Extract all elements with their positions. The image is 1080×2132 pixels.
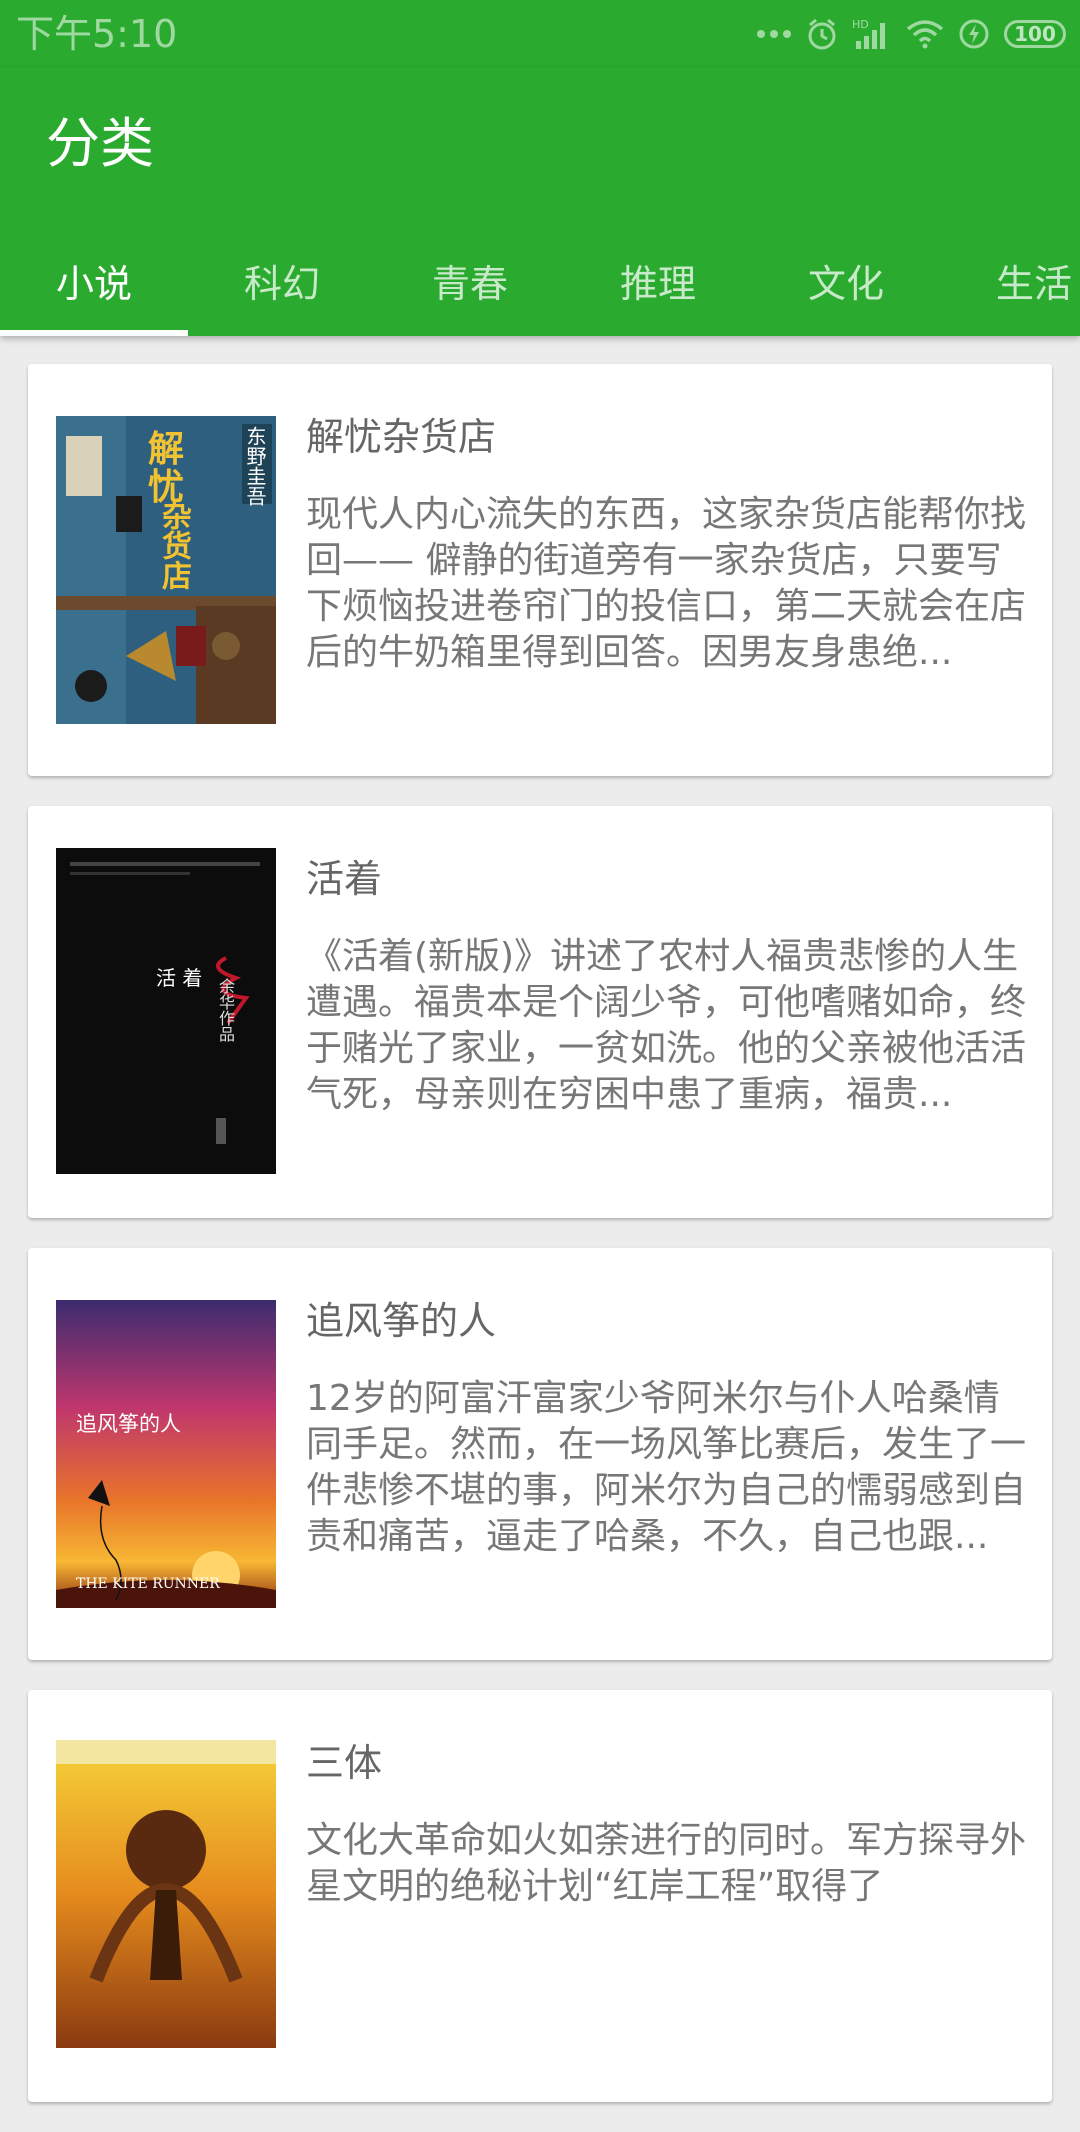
category-tabs: 小说 科幻 青春 推理 文化 生活 [0, 252, 1080, 336]
cover-title: 活 着 [156, 966, 203, 990]
charging-icon [958, 18, 990, 50]
tab-life[interactable]: 生活 [940, 252, 1080, 336]
status-icons: HD 100 [756, 14, 1066, 54]
wifi-icon [906, 19, 944, 49]
book-card[interactable]: 活 着 余华作品 活着 《活着(新版)》讲述了农村人福贵悲惨的人生遭遇。福贵本是… [28, 806, 1052, 1218]
book-list: 解 忧 杂货店 东野圭吾 解忧杂货店 现代人内心流失的东西，这家杂货店能帮你找回… [28, 364, 1052, 2132]
tab-youth[interactable]: 青春 [376, 252, 564, 336]
cover-title: 追风筝的人 [76, 1412, 181, 1436]
book-cover: 活 着 余华作品 [56, 848, 276, 1174]
book-title: 追风筝的人 [306, 1299, 497, 1343]
cover-title-2: 杂货店 [156, 500, 191, 590]
cover-author: 余华作品 [216, 978, 235, 1042]
app-bar: 分类 小说 科幻 青春 推理 文化 生活 [0, 68, 1080, 336]
tab-culture[interactable]: 文化 [752, 252, 940, 336]
book-title: 三体 [306, 1741, 383, 1785]
book-description: 现代人内心流失的东西，这家杂货店能帮你找回—— 僻静的街道旁有一家杂货店，只要写… [306, 494, 1027, 673]
book-cover: 解 忧 杂货店 东野圭吾 [56, 416, 276, 724]
cover-english-title: THE KITE RUNNER [76, 1576, 220, 1592]
book-title: 解忧杂货店 [306, 415, 497, 459]
status-time: 下午5:10 [16, 12, 178, 56]
battery-icon: 100 [1004, 20, 1066, 48]
page-title: 分类 [46, 112, 154, 175]
book-title: 活着 [306, 857, 383, 901]
svg-text:HD: HD [852, 18, 869, 31]
signal-hd-icon: HD [852, 17, 892, 51]
book-card[interactable]: 三体 文化大革命如火如荼进行的同时。军方探寻外星文明的绝秘计划“红岸工程”取得了 [28, 1690, 1052, 2102]
alarm-icon [806, 17, 838, 51]
status-bar: 下午5:10 HD 100 [0, 0, 1080, 68]
book-description: 文化大革命如火如荼进行的同时。军方探寻外星文明的绝秘计划“红岸工程”取得了 [306, 1820, 1027, 1907]
book-card[interactable]: 追风筝的人 THE KITE RUNNER 追风筝的人 12岁的阿富汗富家少爷阿… [28, 1248, 1052, 1660]
book-description: 12岁的阿富汗富家少爷阿米尔与仆人哈桑情同手足。然而，在一场风筝比赛后，发生了一… [306, 1378, 1027, 1557]
cover-author: 东野圭吾 [243, 426, 267, 506]
book-cover [56, 1740, 276, 2048]
book-card[interactable]: 解 忧 杂货店 东野圭吾 解忧杂货店 现代人内心流失的东西，这家杂货店能帮你找回… [28, 364, 1052, 776]
tab-mystery[interactable]: 推理 [564, 252, 752, 336]
more-dots-icon [756, 28, 792, 40]
cover-title: 解 忧 [148, 428, 185, 508]
tab-indicator [0, 330, 188, 336]
book-description: 《活着(新版)》讲述了农村人福贵悲惨的人生遭遇。福贵本是个阔少爷，可他嗜赌如命，… [306, 936, 1027, 1115]
tab-scifi[interactable]: 科幻 [188, 252, 376, 336]
tab-novel[interactable]: 小说 [0, 252, 188, 336]
book-cover: 追风筝的人 THE KITE RUNNER [56, 1300, 276, 1608]
